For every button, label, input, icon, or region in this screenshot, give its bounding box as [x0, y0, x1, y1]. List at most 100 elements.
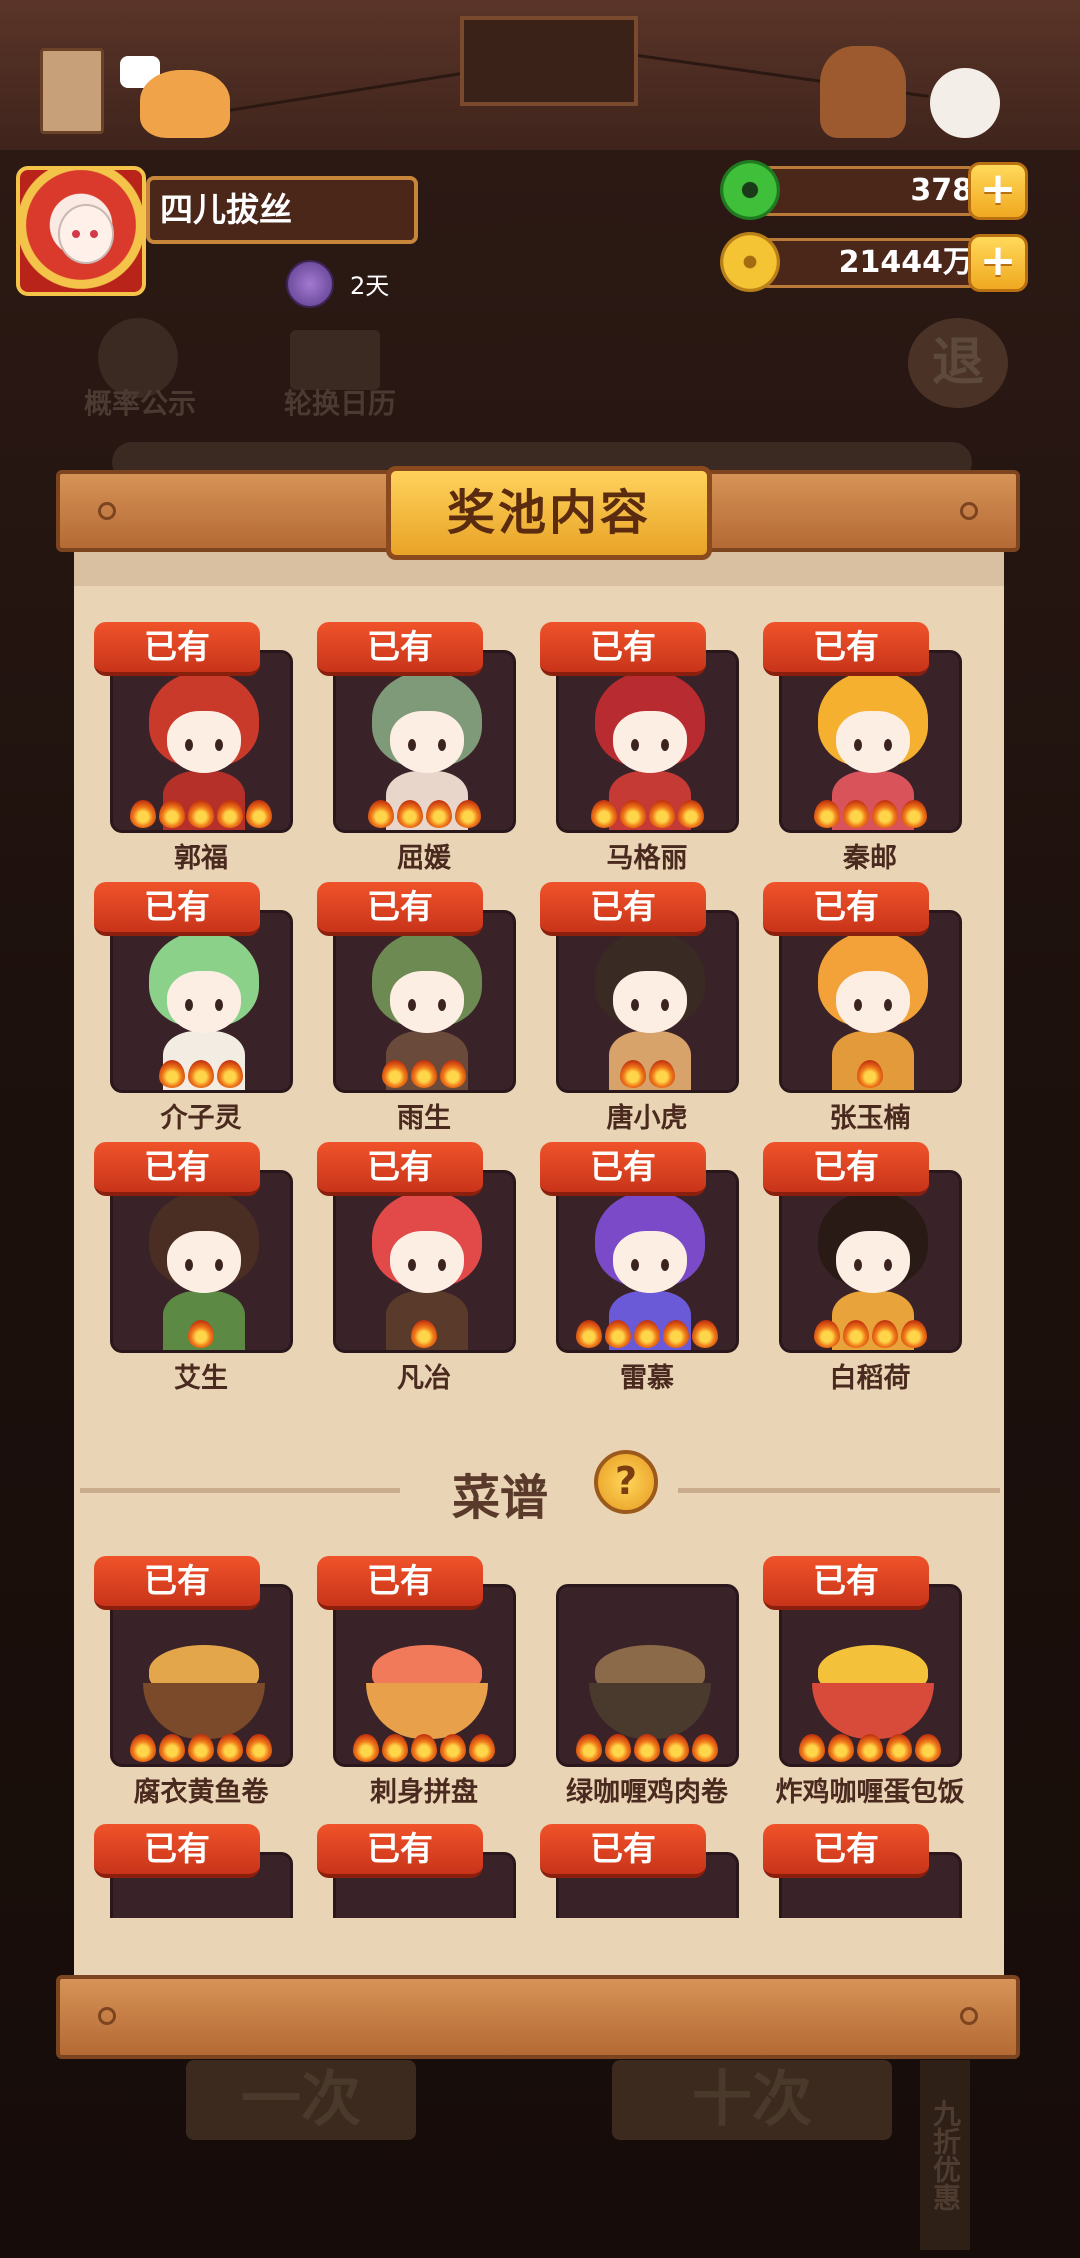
- flame-star-icon: [605, 1734, 631, 1762]
- flame-star-icon: [813, 1320, 840, 1348]
- panel-title: 奖池内容: [386, 466, 712, 560]
- flame-star-icon: [915, 1734, 941, 1762]
- flame-star-icon: [900, 1320, 927, 1348]
- flame-star-icon: [828, 1734, 854, 1762]
- flame-star-icon: [188, 1320, 214, 1348]
- character-face: [167, 1231, 241, 1293]
- flame-star-icon: [663, 1734, 689, 1762]
- buff-icon[interactable]: [286, 260, 334, 308]
- flame-star-icon: [634, 1320, 660, 1348]
- flame-star-icon: [605, 1320, 631, 1348]
- owned-badge: 已有: [94, 882, 260, 936]
- character-eye: [185, 739, 193, 751]
- recipe-name: 腐衣黄鱼卷: [133, 1777, 269, 1808]
- add-jade-button[interactable]: +: [968, 162, 1028, 220]
- character-eye: [408, 999, 416, 1011]
- character-face: [390, 711, 464, 773]
- rarity-stars: [411, 1320, 437, 1348]
- character-eye: [661, 1259, 669, 1271]
- character-name: 白稻荷: [829, 1363, 911, 1394]
- character-name: 张玉楠: [829, 1103, 911, 1134]
- character-eye: [438, 999, 446, 1011]
- owned-badge: 已有: [317, 1556, 483, 1610]
- flame-star-icon: [692, 1320, 718, 1348]
- flame-star-icon: [590, 800, 617, 828]
- notice-board-icon: [40, 48, 104, 134]
- flame-star-icon: [857, 1734, 883, 1762]
- character-eye: [854, 999, 862, 1011]
- character-eye: [631, 1259, 639, 1271]
- flame-star-icon: [159, 800, 185, 828]
- flame-star-icon: [217, 1734, 243, 1762]
- owned-badge: 已有: [763, 1556, 929, 1610]
- flame-star-icon: [382, 1060, 408, 1088]
- rarity-stars: [799, 1734, 941, 1762]
- flame-star-icon: [411, 1060, 437, 1088]
- character-name: 雷慕: [620, 1363, 674, 1394]
- owned-badge: 已有: [540, 622, 706, 676]
- owned-badge: 已有: [94, 1556, 260, 1610]
- flame-star-icon: [440, 1734, 466, 1762]
- nail-icon: [98, 502, 116, 520]
- section-divider: [80, 1488, 400, 1493]
- calendar-button: 轮换日历: [283, 387, 396, 420]
- flame-star-icon: [619, 1060, 646, 1088]
- nail-icon: [960, 502, 978, 520]
- character-face: [613, 971, 687, 1033]
- owned-badge: 已有: [94, 1824, 260, 1878]
- owned-badge: 已有: [540, 882, 706, 936]
- discount-tag: 九折优惠: [920, 2060, 970, 2250]
- rarity-stars: [130, 1734, 272, 1762]
- rarity-stars: [130, 800, 272, 828]
- rarity-stars: [576, 1320, 718, 1348]
- owned-badge: 已有: [317, 1142, 483, 1196]
- flame-star-icon: [454, 800, 481, 828]
- owned-badge: 已有: [763, 622, 929, 676]
- flame-star-icon: [871, 1320, 898, 1348]
- hanging-portrait: [460, 16, 638, 106]
- character-eye: [408, 1259, 416, 1271]
- nail-icon: [960, 2007, 978, 2025]
- owned-badge: 已有: [94, 1142, 260, 1196]
- flame-star-icon: [857, 1060, 883, 1088]
- owned-badge: 已有: [540, 1824, 706, 1878]
- flame-star-icon: [188, 1060, 214, 1088]
- character-eye: [854, 739, 862, 751]
- character-face: [613, 711, 687, 773]
- character-eye: [854, 1259, 862, 1271]
- recipe-section-title: 菜谱: [452, 1470, 549, 1526]
- flame-star-icon: [246, 800, 272, 828]
- flame-star-icon: [188, 800, 214, 828]
- rarity-stars: [619, 1060, 675, 1088]
- white-cat-mascot-icon: [930, 68, 1000, 138]
- add-coin-button[interactable]: +: [968, 234, 1028, 292]
- rarity-stars: [857, 1060, 883, 1088]
- draw-once-button: 一次: [186, 2060, 416, 2140]
- character-face: [390, 1231, 464, 1293]
- character-face: [167, 971, 241, 1033]
- section-divider: [678, 1488, 1000, 1493]
- player-avatar[interactable]: [16, 166, 146, 296]
- flame-star-icon: [367, 800, 394, 828]
- recipe-name: 绿咖喱鸡肉卷: [566, 1777, 728, 1808]
- character-eye: [631, 739, 639, 751]
- top-scene-strip: [0, 0, 1080, 154]
- character-eye: [215, 739, 223, 751]
- flame-star-icon: [576, 1320, 602, 1348]
- flame-star-icon: [648, 1060, 675, 1088]
- rarity-stars: [159, 1060, 243, 1088]
- nail-icon: [98, 2007, 116, 2025]
- rarity-stars: [813, 1320, 927, 1348]
- flame-star-icon: [799, 1734, 825, 1762]
- character-name: 介子灵: [160, 1103, 242, 1134]
- recipe-name: 刺身拼盘: [370, 1777, 478, 1808]
- flame-star-icon: [871, 800, 898, 828]
- character-eye: [438, 1259, 446, 1271]
- dish-bowl: [589, 1683, 711, 1739]
- dish-bowl: [812, 1683, 934, 1739]
- owned-badge: 已有: [763, 1142, 929, 1196]
- cat-mascot-icon: [140, 70, 230, 138]
- recipe-help-button[interactable]: ?: [594, 1450, 658, 1514]
- rarity-stars: [590, 800, 704, 828]
- character-face: [613, 1231, 687, 1293]
